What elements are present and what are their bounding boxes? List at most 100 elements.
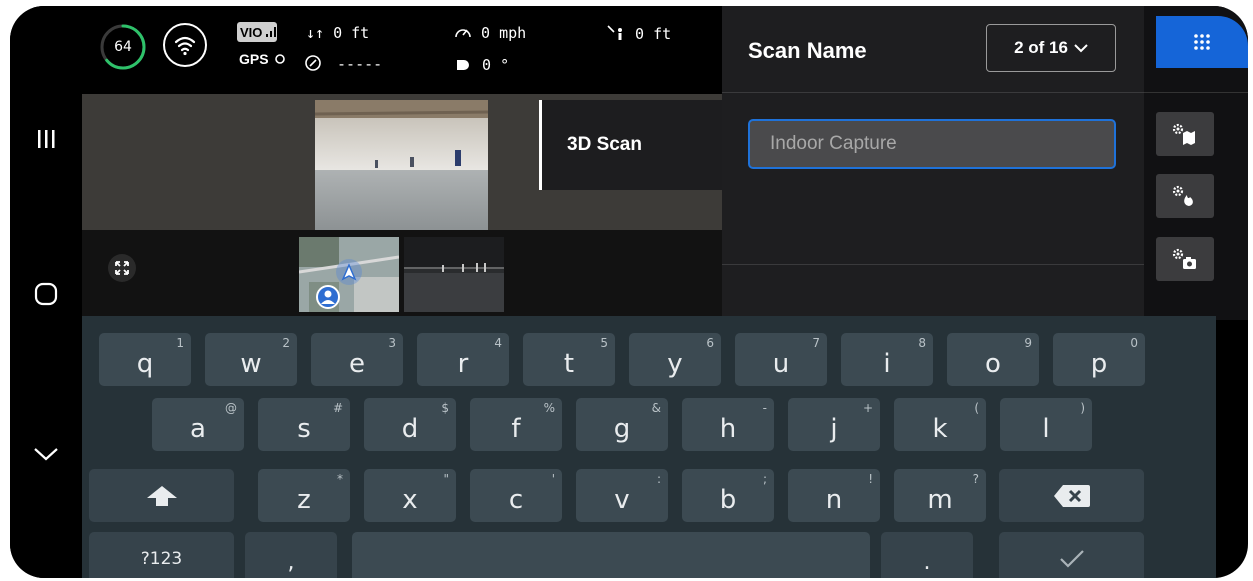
- key-z[interactable]: z *: [258, 469, 350, 522]
- wifi-status[interactable]: [163, 23, 207, 67]
- key-label: c: [508, 484, 524, 515]
- key-n[interactable]: n!: [788, 469, 880, 522]
- key-hint: #: [332, 401, 343, 415]
- key-hint: !: [868, 472, 873, 486]
- key-hint: 2: [282, 336, 290, 350]
- key-m[interactable]: m?: [894, 469, 986, 522]
- key-hint: 4: [494, 336, 502, 350]
- key-hint: $: [441, 401, 449, 415]
- speed-readout: 0 mph: [454, 24, 526, 42]
- key-hint: 8: [918, 336, 926, 350]
- key-label: l: [1042, 413, 1050, 444]
- distance-readout: 0 ft: [606, 24, 671, 43]
- gimbal-readout: 0 °: [455, 56, 509, 74]
- panel-divider: [722, 264, 1144, 265]
- backspace-key[interactable]: [999, 469, 1144, 522]
- key-s[interactable]: s #: [258, 398, 350, 451]
- shift-key[interactable]: [89, 469, 234, 522]
- speedometer-icon: [455, 29, 471, 38]
- chevron-down-icon: [34, 448, 58, 461]
- period-key[interactable]: .: [881, 532, 973, 578]
- distance-value: 0 ft: [635, 25, 672, 43]
- key-l[interactable]: l): [1000, 398, 1092, 451]
- map-settings-icon: [1172, 123, 1195, 145]
- scan-mode-tab[interactable]: 3D Scan: [539, 100, 725, 190]
- enter-key[interactable]: [999, 532, 1144, 578]
- drone-status-bar: 64 VIO GPS ↓↑ 0 ft ----- 0 mph 0 ° 0 ft: [82, 6, 722, 94]
- key-u[interactable]: u7: [735, 333, 827, 386]
- camera-settings-button[interactable]: [1156, 237, 1214, 281]
- key-y[interactable]: y6: [629, 333, 721, 386]
- key-hint: %: [543, 401, 555, 415]
- key-a[interactable]: a @: [152, 398, 244, 451]
- camera-thumbnail[interactable]: [404, 237, 504, 312]
- camera-view[interactable]: 3D Scan: [82, 94, 725, 320]
- key-q[interactable]: q1: [99, 333, 191, 386]
- key-hint: 7: [812, 336, 820, 350]
- key-hint: +: [862, 401, 873, 415]
- battery-gauge[interactable]: 64: [99, 23, 147, 71]
- map-settings-button[interactable]: [1156, 112, 1214, 156]
- home-icon: [34, 282, 58, 306]
- key-b[interactable]: b;: [682, 469, 774, 522]
- key-c[interactable]: c ': [470, 469, 562, 522]
- key-x[interactable]: x ": [364, 469, 456, 522]
- panel-divider: [722, 92, 1144, 93]
- comma-key[interactable]: ,: [245, 532, 337, 578]
- scan-mode-label: 3D Scan: [567, 134, 642, 155]
- key-hint: *: [337, 472, 343, 486]
- key-o[interactable]: o9: [947, 333, 1039, 386]
- shift-arrow-icon: [146, 485, 177, 506]
- key-k[interactable]: k(: [894, 398, 986, 451]
- heading-readout: -----: [304, 54, 382, 73]
- grid-icon: [1194, 34, 1210, 50]
- heading-value: -----: [337, 55, 383, 73]
- key-g[interactable]: g &: [576, 398, 668, 451]
- expand-view-button[interactable]: [108, 254, 136, 282]
- key-f[interactable]: f%: [470, 398, 562, 451]
- back-button[interactable]: [28, 436, 64, 472]
- key-h[interactable]: h-: [682, 398, 774, 451]
- key-w[interactable]: w2: [205, 333, 297, 386]
- panel-title: Scan Name: [748, 38, 867, 63]
- key-label: b: [719, 484, 737, 515]
- key-hint: 9: [1024, 336, 1032, 350]
- key-d[interactable]: d $: [364, 398, 456, 451]
- key-r[interactable]: r4: [417, 333, 509, 386]
- key-hint: 3: [388, 336, 396, 350]
- key-e[interactable]: e3: [311, 333, 403, 386]
- space-key[interactable]: [352, 532, 870, 578]
- fire-settings-button[interactable]: [1156, 174, 1214, 218]
- tool-divider: [1144, 92, 1248, 93]
- recent-apps-icon: [38, 130, 55, 148]
- key-j[interactable]: j +: [788, 398, 880, 451]
- symbols-key[interactable]: ?123: [89, 532, 234, 578]
- key-hint: ": [443, 472, 449, 486]
- key-i[interactable]: i8: [841, 333, 933, 386]
- key-v[interactable]: v:: [576, 469, 668, 522]
- key-hint: -: [762, 401, 767, 415]
- vio-label: VIO: [240, 24, 263, 40]
- key-p[interactable]: p0: [1053, 333, 1145, 386]
- key-label: n: [825, 484, 843, 515]
- key-hint: :: [656, 472, 661, 486]
- key-hint: @: [225, 401, 237, 415]
- app-grid-button[interactable]: [1156, 16, 1248, 68]
- gimbal-camera-icon: [457, 60, 469, 70]
- map-thumbnail[interactable]: [299, 237, 399, 312]
- altitude-readout: ↓↑ 0 ft: [306, 24, 370, 42]
- gimbal-value: 0 °: [482, 56, 510, 74]
- scan-index-select[interactable]: 2 of 16: [986, 24, 1116, 72]
- camera-feed-lower: [82, 230, 722, 320]
- recent-apps-button[interactable]: [28, 121, 64, 157]
- key-t[interactable]: t5: [523, 333, 615, 386]
- scan-name-input[interactable]: [748, 119, 1116, 169]
- home-button[interactable]: [28, 276, 64, 312]
- checkmark-icon: [1059, 549, 1084, 568]
- fire-settings-icon: [1172, 185, 1193, 206]
- system-nav-bar: [10, 6, 82, 578]
- key-hint: ': [551, 472, 555, 486]
- warehouse-preview-image: [315, 100, 488, 230]
- key-hint: ;: [762, 472, 767, 486]
- compass-icon: [305, 55, 321, 71]
